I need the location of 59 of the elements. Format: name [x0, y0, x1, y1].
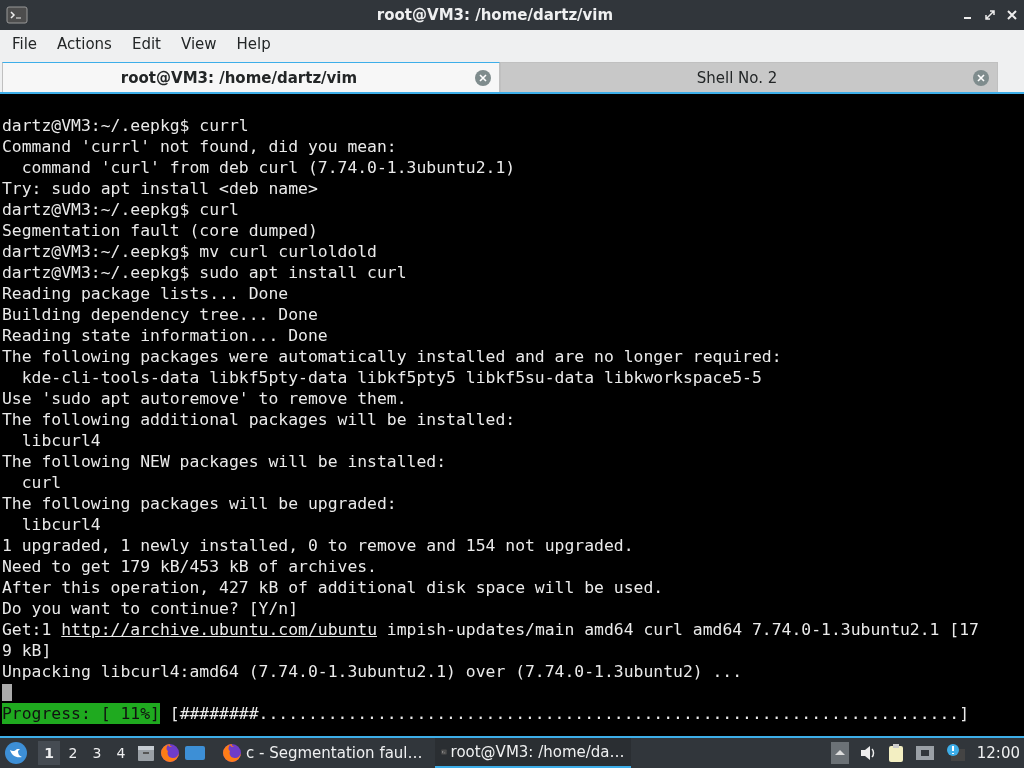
bird-logo-icon[interactable]: [4, 741, 28, 765]
menu-item[interactable]: View: [170, 35, 227, 53]
text-cursor: [2, 684, 12, 701]
terminal-line: libcurl4: [20, 430, 101, 451]
workspace-button[interactable]: 4: [110, 741, 132, 765]
terminal-line: kde-cli-tools-data libkf5pty-data libkf5pty5 libkf5su-data libkworkspace5-5: [20, 367, 762, 388]
terminal-line: dartz@VM3:~/.eepkg$ curl: [2, 199, 239, 220]
menu-item[interactable]: Help: [226, 35, 281, 53]
progress-bar-text: [########.......................................................................]: [168, 703, 970, 724]
taskbar-task[interactable]: c - Segmentation faul…: [216, 738, 429, 768]
speaker-icon[interactable]: [858, 744, 877, 762]
terminal-line: Building dependency tree... Done: [2, 304, 318, 325]
terminal-text: Get:1: [2, 619, 53, 640]
menu-item[interactable]: File: [2, 35, 48, 53]
terminal-line: 9 kB]: [2, 640, 52, 661]
terminal-line: The following packages will be upgraded:: [2, 493, 397, 514]
maximize-icon[interactable]: [984, 9, 996, 21]
window-title: root@VM3: /home/dartz/vim: [375, 6, 615, 24]
terminal-line: Command 'currl' not found, did you mean:: [2, 136, 397, 157]
terminal-line: The following packages were automatically installed and are no longer required:: [2, 346, 782, 367]
terminal-line: Try: sudo apt install <deb name>: [2, 178, 318, 199]
url-link[interactable]: http://archive.ubuntu.com/ubuntu: [61, 619, 377, 640]
taskbar-task[interactable]: root@VM3: /home/da…: [434, 738, 631, 768]
network-icon[interactable]: [914, 744, 935, 762]
terminal-line: Do you want to continue? [Y/n]: [2, 598, 299, 619]
terminal-line: Reading package lists... Done: [2, 283, 289, 304]
terminal-line: Unpacking libcurl4:amd64 (7.74.0-1.3ubuntu2.1) over (7.74.0-1.3ubuntu2) ...: [2, 661, 743, 682]
terminal-line: Need to get 179 kB/453 kB of archives.: [2, 556, 377, 577]
workspace-button[interactable]: 3: [86, 741, 108, 765]
file-drawer-icon[interactable]: [136, 743, 156, 763]
terminal-line: dartz@VM3:~/.eepkg$ mv curl curloldold: [2, 241, 377, 262]
terminal-line: The following additional packages will be installed:: [2, 409, 516, 430]
workspace-button[interactable]: 1: [38, 741, 60, 765]
terminal-line: command 'curl' from deb curl (7.74.0-1.3ubuntu2.1): [20, 157, 516, 178]
terminal-line: Use 'sudo apt autoremove' to remove them.: [2, 388, 407, 409]
terminal-line: 1 upgraded, 1 newly installed, 0 to remove and 154 not upgraded.: [2, 535, 634, 556]
terminal-line: The following NEW packages will be installed:: [2, 451, 447, 472]
tab[interactable]: root@VM3: /home/dartz/vim: [2, 62, 500, 92]
clipboard-icon[interactable]: [886, 743, 905, 763]
terminal-line: curl: [20, 472, 62, 493]
terminal-text: impish-updates/main amd64 curl amd64 7.74.0-1.3ubuntu2.1 [17: [385, 619, 979, 640]
progress-label: Progress: [ 11%]: [2, 703, 160, 724]
terminal-line: dartz@VM3:~/.eepkg$ currl: [2, 115, 249, 136]
firefox-icon: [222, 743, 242, 763]
clock[interactable]: 12:00: [976, 744, 1020, 762]
menu-item[interactable]: Actions: [47, 35, 122, 53]
terminal-line: Segmentation fault (core dumped): [2, 220, 318, 241]
notification-icon[interactable]: [944, 743, 967, 763]
terminal-line: libcurl4: [20, 514, 101, 535]
terminal-line: dartz@VM3:~/.eepkg$ sudo apt install curl: [2, 262, 407, 283]
window-icon[interactable]: [184, 743, 206, 763]
terminal-line: Reading state information... Done: [2, 325, 328, 346]
menu-item[interactable]: Edit: [121, 35, 171, 53]
firefox-icon[interactable]: [160, 743, 180, 763]
terminal-line: After this operation, 427 kB of additional disk space will be used.: [2, 577, 664, 598]
tab[interactable]: Shell No. 2: [500, 62, 998, 92]
workspace-button[interactable]: 2: [62, 741, 84, 765]
close-icon[interactable]: [1006, 9, 1018, 21]
terminal-icon: [6, 6, 28, 24]
